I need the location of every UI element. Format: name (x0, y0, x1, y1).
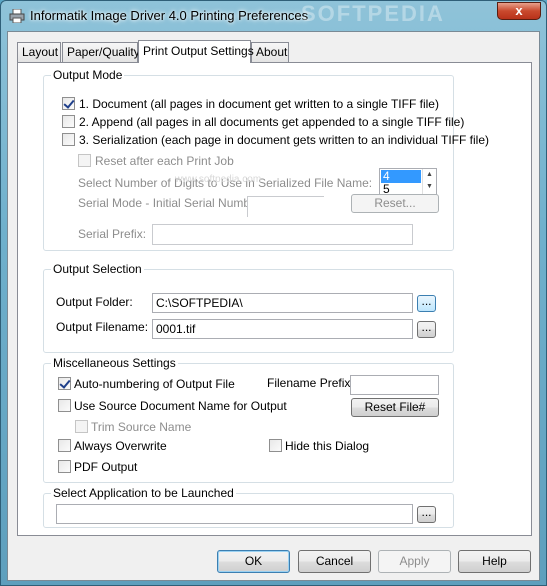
title-bar[interactable]: Informatik Image Driver 4.0 Printing Pre… (1, 1, 546, 31)
launch-app-input[interactable] (56, 504, 413, 524)
browse-filename-button[interactable]: ... (417, 321, 436, 338)
launch-app-title: Select Application to be Launched (51, 486, 236, 500)
hide-dialog-label: Hide this Dialog (285, 439, 370, 453)
use-source-name-checkbox[interactable] (58, 399, 71, 412)
output-selection-title: Output Selection (51, 262, 144, 276)
filename-prefix-label: Filename Prefix: (267, 376, 354, 390)
dialog-client-area: Layout Paper/Quality Print Output Settin… (7, 31, 540, 581)
serialization-mode-label: 3. Serialization (each page in document … (79, 133, 489, 147)
tab-paper-quality[interactable]: Paper/Quality (62, 42, 140, 62)
auto-numbering-checkbox[interactable] (58, 377, 71, 390)
output-folder-input[interactable]: C:\SOFTPEDIA\ (152, 293, 413, 313)
always-overwrite-checkbox[interactable] (58, 439, 71, 452)
printer-icon (9, 9, 25, 23)
digits-scrollbar[interactable]: ▲ ▼ (422, 169, 436, 195)
output-filename-label: Output Filename: (56, 320, 149, 334)
serial-prefix-label: Serial Prefix: (78, 227, 147, 241)
misc-settings-group: Miscellaneous Settings Auto-numbering of… (43, 356, 454, 483)
window-title: Informatik Image Driver 4.0 Printing Pre… (30, 8, 309, 23)
reset-each-job-checkbox[interactable] (78, 154, 91, 167)
serial-number-input[interactable] (247, 196, 324, 217)
serialization-mode-checkbox[interactable] (62, 133, 75, 146)
pdf-output-label: PDF Output (74, 460, 138, 474)
pdf-output-checkbox[interactable] (58, 460, 71, 473)
scroll-up-icon[interactable]: ▲ (423, 169, 436, 181)
launch-app-group: Select Application to be Launched ... (43, 486, 454, 528)
digits-listbox[interactable]: 4 5 ▲ ▼ (379, 168, 437, 196)
trim-source-name-checkbox[interactable] (75, 420, 88, 433)
apply-button[interactable]: Apply (378, 550, 451, 573)
output-mode-group: Output Mode 1. Document (all pages in do… (43, 68, 489, 251)
misc-settings-title: Miscellaneous Settings (51, 356, 178, 370)
append-mode-label: 2. Append (all pages in all documents ge… (79, 115, 465, 129)
reset-each-job-label: Reset after each Print Job (95, 154, 234, 168)
tab-about[interactable]: About (251, 42, 289, 62)
trim-source-name-label: Trim Source Name (91, 420, 192, 434)
tab-layout[interactable]: Layout (17, 42, 61, 62)
output-filename-input[interactable]: 0001.tif (152, 319, 413, 339)
serial-prefix-input[interactable] (152, 224, 413, 245)
always-overwrite-label: Always Overwrite (74, 439, 167, 453)
help-button[interactable]: Help (458, 550, 531, 573)
auto-numbering-label: Auto-numbering of Output File (74, 377, 235, 391)
output-selection-group: Output Selection Output Folder: C:\SOFTP… (43, 262, 454, 353)
filename-prefix-input[interactable] (350, 375, 439, 395)
serial-reset-button[interactable]: Reset... (351, 194, 439, 213)
print-output-settings-panel: Output Mode 1. Document (all pages in do… (17, 62, 532, 536)
softpedia-watermark: www.softpedia.com (175, 174, 262, 185)
preferences-window: Informatik Image Driver 4.0 Printing Pre… (0, 0, 547, 586)
close-button[interactable]: x (497, 2, 541, 20)
ok-button[interactable]: OK (217, 550, 290, 573)
append-mode-checkbox[interactable] (62, 115, 75, 128)
scroll-down-icon[interactable]: ▼ (423, 181, 436, 193)
reset-file-button[interactable]: Reset File# (351, 398, 439, 417)
output-folder-label: Output Folder: (56, 295, 133, 309)
output-mode-title: Output Mode (51, 68, 125, 82)
document-mode-label: 1. Document (all pages in document get w… (79, 97, 439, 111)
document-mode-checkbox[interactable] (62, 97, 75, 110)
browse-app-button[interactable]: ... (417, 506, 436, 523)
serial-mode-label: Serial Mode - Initial Serial Number: (78, 196, 265, 210)
cancel-button[interactable]: Cancel (298, 550, 371, 573)
use-source-name-label: Use Source Document Name for Output (74, 399, 287, 413)
browse-folder-button[interactable]: ... (417, 295, 436, 312)
close-icon: x (515, 3, 523, 18)
tab-print-output-settings[interactable]: Print Output Settings (138, 40, 254, 63)
title-watermark: SOFTPEDIA (301, 1, 445, 26)
hide-dialog-checkbox[interactable] (269, 439, 282, 452)
